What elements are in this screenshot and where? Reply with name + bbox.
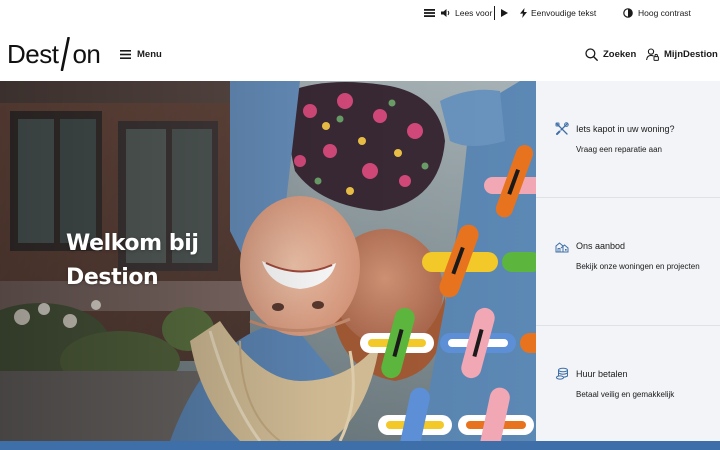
high-contrast-label: Hoog contrast — [638, 8, 691, 18]
logo-slash-mark — [58, 36, 72, 72]
hero-title-line-1: Welkom bij — [66, 231, 199, 256]
search-icon — [585, 47, 598, 61]
speaker-icon — [441, 9, 450, 17]
contrast-icon — [623, 8, 633, 18]
card-title-rent: Huur betalen — [576, 369, 628, 379]
simple-text-label: Eenvoudige tekst — [531, 8, 597, 18]
play-icon — [501, 9, 508, 17]
read-aloud-label: Lees voor — [455, 8, 493, 18]
user-lock-icon — [646, 47, 659, 61]
menu-label: Menu — [137, 48, 162, 60]
destion-logo[interactable]: Dest on — [7, 35, 101, 73]
card-pay-rent[interactable]: Huur betalen Betaal veilig en gemakkelij… — [536, 326, 720, 441]
hero-title: Welkom bij Destion — [66, 227, 199, 295]
logo-text-end: on — [72, 39, 101, 69]
card-desc-offer: Bekijk onze woningen en projecten — [576, 262, 700, 271]
search-label: Zoeken — [603, 48, 637, 60]
houses-icon — [555, 242, 569, 253]
read-aloud-button[interactable]: Lees voor — [424, 0, 492, 26]
logo-text-start: Dest — [7, 39, 59, 69]
quick-links-panel: Iets kapot in uw woning? Vraag een repar… — [536, 81, 720, 441]
hamburger-icon — [120, 49, 131, 59]
hero-banner: Welkom bij Destion — [0, 81, 536, 441]
menu-button[interactable]: Menu — [120, 46, 162, 62]
tools-icon — [555, 122, 569, 135]
card-desc-rent: Betaal veilig en gemakkelijk — [576, 390, 675, 399]
hero-title-line-2: Destion — [66, 265, 159, 290]
coins-icon — [555, 367, 568, 380]
bottom-brand-stripe — [0, 441, 720, 450]
play-button[interactable] — [501, 0, 508, 26]
listen-icon — [424, 9, 435, 17]
site-header: Dest on Menu Zoeken MijnDestion — [0, 26, 720, 81]
accessibility-bar: Lees voor Eenvoudige tekst Hoog contrast — [0, 0, 720, 26]
card-repair-request[interactable]: Iets kapot in uw woning? Vraag een repar… — [536, 81, 720, 198]
simple-text-button[interactable]: Eenvoudige tekst — [520, 0, 596, 26]
my-destion-label: MijnDestion — [664, 48, 718, 60]
card-desc-repair: Vraag een reparatie aan — [576, 145, 662, 154]
lightning-icon — [520, 8, 527, 18]
card-title-offer: Ons aanbod — [576, 241, 626, 251]
search-button[interactable]: Zoeken — [585, 45, 636, 63]
topbar-divider — [494, 6, 495, 20]
card-title-repair: Iets kapot in uw woning? — [576, 124, 675, 134]
high-contrast-button[interactable]: Hoog contrast — [623, 0, 691, 26]
my-destion-button[interactable]: MijnDestion — [646, 45, 718, 63]
card-our-offer[interactable]: Ons aanbod Bekijk onze woningen en proje… — [536, 198, 720, 326]
